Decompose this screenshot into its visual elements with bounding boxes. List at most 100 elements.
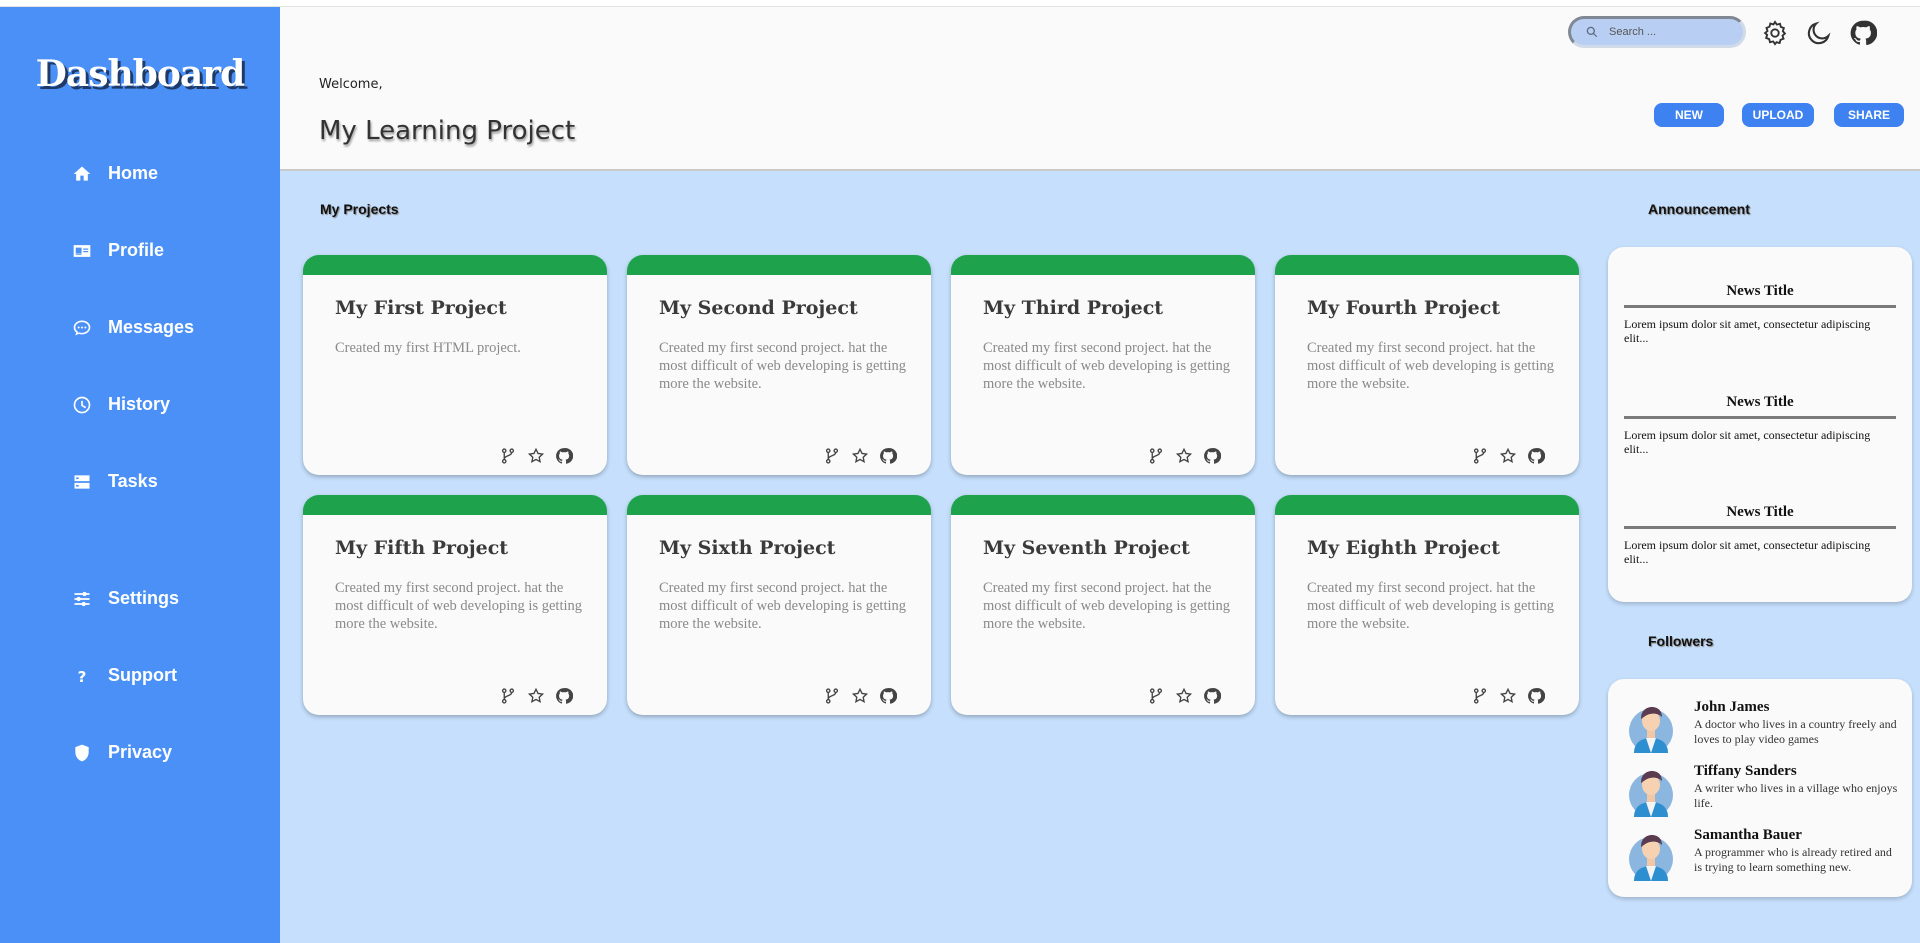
project-description: Created my first second project. hat the… [983,340,1231,392]
fork-icon[interactable] [823,687,841,705]
project-description: Created my first second project. hat the… [1307,580,1555,632]
star-icon[interactable] [1175,687,1193,705]
github-icon[interactable] [1527,447,1545,465]
announcement-section-title: Announcement [1648,201,1750,217]
clock-icon [73,396,91,413]
github-icon[interactable] [1849,19,1877,47]
logo: Dashboard [35,53,246,95]
project-card[interactable]: My Fourth Project Created my first second… [1275,255,1579,475]
fork-icon[interactable] [499,687,517,705]
star-icon[interactable] [527,687,545,705]
news-item[interactable]: News Title Lorem ipsum dolor sit amet, c… [1624,283,1896,345]
sidebar-item-label: History [108,394,171,414]
announcement-panel: News Title Lorem ipsum dolor sit amet, c… [1608,247,1912,602]
fork-icon[interactable] [1471,687,1489,705]
chat-icon [73,320,91,335]
star-icon[interactable] [851,687,869,705]
fork-icon[interactable] [1147,447,1165,465]
news-item[interactable]: News Title Lorem ipsum dolor sit amet, c… [1624,394,1896,456]
sidebar-item-settings[interactable]: Settings [72,588,179,609]
project-title: My Third Project [983,297,1164,319]
github-icon[interactable] [1527,687,1545,705]
project-actions [499,687,573,705]
star-icon[interactable] [1175,447,1193,465]
project-actions [1147,687,1221,705]
share-button[interactable]: SHARE [1834,103,1904,127]
project-title: My Seventh Project [983,537,1190,559]
project-card[interactable]: My Second Project Created my first second… [627,255,931,475]
followers-panel: John James A doctor who lives in a countr… [1608,679,1912,897]
project-description: Created my first second project. hat the… [983,580,1231,632]
follower-item[interactable]: John James A doctor who lives in a countr… [1628,699,1898,757]
fork-icon[interactable] [1471,447,1489,465]
project-card[interactable]: My Third Project Created my first second … [951,255,1255,475]
project-card[interactable]: My Sixth Project Created my first second … [627,495,931,715]
followers-section-title: Followers [1648,633,1714,649]
svg-text:?: ? [78,667,87,685]
project-title: My Sixth Project [659,537,836,559]
sidebar: Dashboard Home Profile Messages History … [0,7,280,943]
github-icon[interactable] [879,687,897,705]
news-item[interactable]: News Title Lorem ipsum dolor sit amet, c… [1624,504,1896,566]
tasks-icon [74,474,90,489]
project-title: My Second Project [659,297,858,319]
sidebar-item-profile[interactable]: Profile [72,240,164,261]
sidebar-item-support[interactable]: ? Support [72,665,177,686]
sidebar-item-label: Privacy [108,742,173,762]
news-title: News Title [1624,394,1896,419]
github-icon[interactable] [1203,447,1221,465]
star-icon[interactable] [1499,447,1517,465]
sidebar-item-label: Home [108,163,159,183]
star-icon[interactable] [851,447,869,465]
sliders-icon [74,591,90,606]
follower-item[interactable]: Tiffany Sanders A writer who lives in a v… [1628,763,1898,821]
follower-item[interactable]: Samantha Bauer A programmer who is alread… [1628,827,1898,885]
sidebar-item-history[interactable]: History [72,394,170,415]
github-icon[interactable] [879,447,897,465]
github-icon[interactable] [555,447,573,465]
sidebar-item-label: Messages [108,317,195,337]
fork-icon[interactable] [1147,687,1165,705]
search-input[interactable] [1609,26,1729,38]
project-card[interactable]: My First Project Created my first HTML pr… [303,255,607,475]
project-actions [823,687,897,705]
project-actions [823,447,897,465]
fork-icon[interactable] [499,447,517,465]
github-icon[interactable] [1203,687,1221,705]
project-title: My First Project [335,297,507,319]
follower-name: Tiffany Sanders [1694,763,1797,779]
project-description: Created my first second project. hat the… [659,580,907,632]
home-icon [73,166,91,181]
page-title: My Learning Project [319,116,576,146]
shield-icon [75,744,89,761]
search-icon [1586,26,1598,38]
search-box[interactable] [1568,16,1746,48]
id-card-icon [73,244,91,257]
sidebar-item-tasks[interactable]: Tasks [72,471,158,492]
follower-description: A programmer who is already retired and … [1694,845,1892,874]
sidebar-item-privacy[interactable]: Privacy [72,742,172,763]
fork-icon[interactable] [823,447,841,465]
upload-button[interactable]: UPLOAD [1742,103,1814,127]
project-actions [499,447,573,465]
sidebar-item-messages[interactable]: Messages [72,317,194,338]
news-title: News Title [1624,504,1896,529]
sidebar-item-label: Settings [108,588,180,608]
new-button[interactable]: NEW [1654,103,1724,127]
project-card[interactable]: My Seventh Project Created my first secon… [951,495,1255,715]
project-description: Created my first second project. hat the… [1307,340,1555,392]
follower-description: A writer who lives in a village who enjo… [1694,781,1898,810]
project-actions [1471,687,1545,705]
gear-icon[interactable] [1761,19,1789,47]
news-title: News Title [1624,283,1896,308]
star-icon[interactable] [527,447,545,465]
avatar [1628,765,1674,817]
project-card[interactable]: My Eighth Project Created my first second… [1275,495,1579,715]
moon-icon[interactable] [1805,19,1833,47]
project-card[interactable]: My Fifth Project Created my first second … [303,495,607,715]
header: Welcome, My Learning Project NEW UPLOAD … [280,7,1920,171]
star-icon[interactable] [1499,687,1517,705]
github-icon[interactable] [555,687,573,705]
sidebar-item-home[interactable]: Home [72,163,158,184]
projects-section-title: My Projects [320,201,399,217]
